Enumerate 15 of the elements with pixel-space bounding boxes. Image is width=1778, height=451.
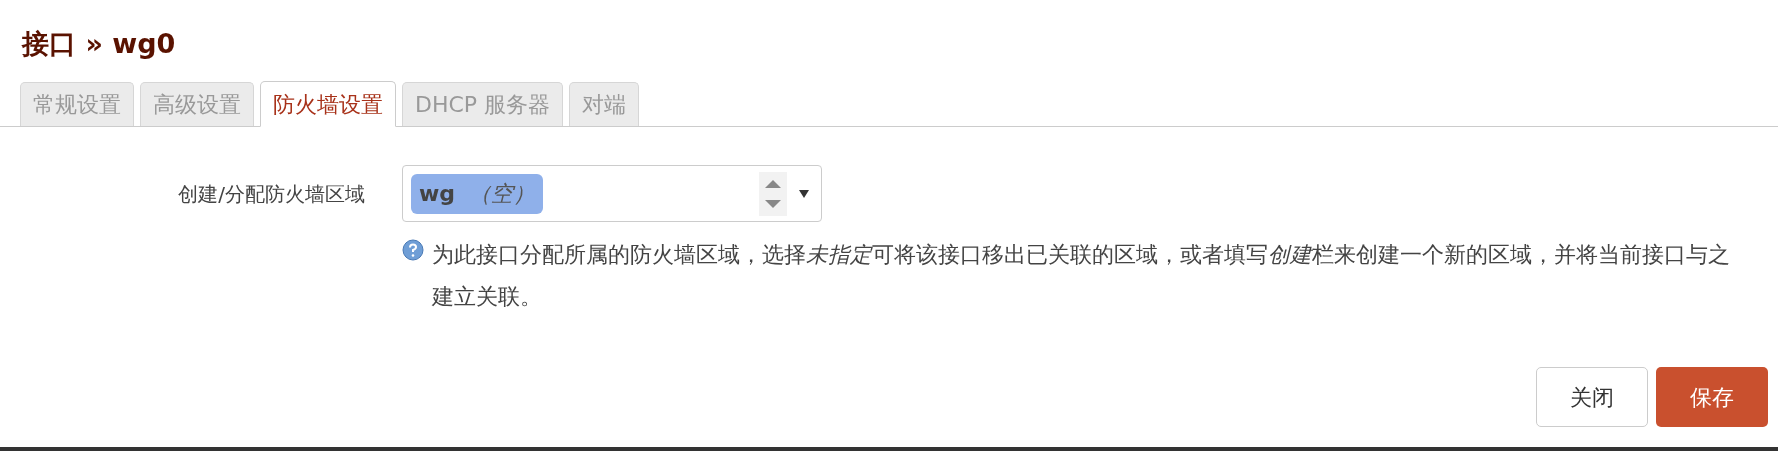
tab[interactable]: 高级设置	[140, 82, 254, 126]
tab[interactable]: 对端	[569, 82, 640, 126]
dropdown-caret-icon[interactable]	[799, 189, 809, 198]
page-title: 接口 » wg0	[22, 27, 176, 61]
tab[interactable]: DHCP 服务器	[402, 82, 564, 126]
zone-select[interactable]: wg （空）	[402, 165, 822, 222]
close-button[interactable]: 关闭	[1536, 367, 1648, 427]
save-button[interactable]: 保存	[1656, 367, 1768, 427]
help-text: 为此接口分配所属的防火墙区域，选择未指定可将该接口移出已关联的区域，或者填写创建栏来创建一个新的区域，并将当前接口与之建立关联。	[432, 241, 1731, 311]
tab[interactable]: 防火墙设置	[260, 81, 396, 127]
field-label: 创建/分配防火墙区域	[177, 181, 366, 208]
spinner-icon[interactable]	[759, 171, 787, 216]
tab[interactable]: 常规设置	[20, 82, 134, 126]
help-icon	[402, 239, 424, 261]
zone-chip[interactable]: wg （空）	[411, 173, 544, 214]
